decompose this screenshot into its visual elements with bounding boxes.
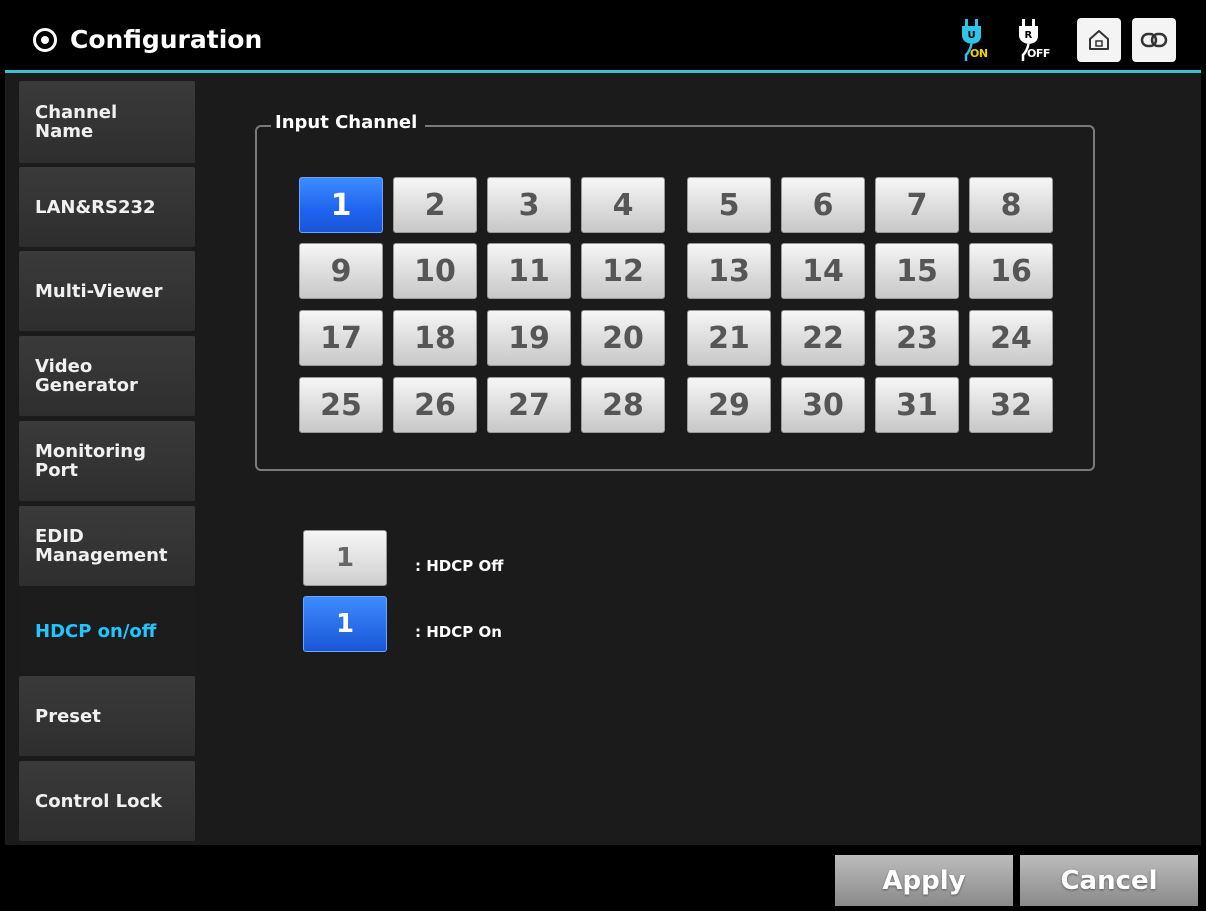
channel-button-10[interactable]: 10 <box>393 243 477 299</box>
sidebar-item-video-generator[interactable]: Video Generator <box>19 336 195 416</box>
channel-button-20[interactable]: 20 <box>581 310 665 366</box>
cancel-button[interactable]: Cancel <box>1020 855 1198 906</box>
channel-button-32[interactable]: 32 <box>969 377 1053 433</box>
sidebar-item-label: Channel <box>35 102 118 123</box>
power-off-badge: R <box>1025 30 1033 41</box>
page-title-text: Configuration <box>70 25 263 54</box>
channel-button-31[interactable]: 31 <box>875 377 959 433</box>
hdcp-on-label: : HDCP On <box>415 623 502 641</box>
sidebar-item-label: LAN&RS232 <box>35 196 156 218</box>
sidebar-item-label: Control Lock <box>35 790 163 812</box>
sidebar-item-label: Multi-Viewer <box>35 280 163 302</box>
channel-button-28[interactable]: 28 <box>581 377 665 433</box>
sidebar-item-label: Video <box>35 356 93 377</box>
channel-button-24[interactable]: 24 <box>969 310 1053 366</box>
channel-button-6[interactable]: 6 <box>781 177 865 233</box>
sidebar-item-monitoring-port[interactable]: Monitoring Port <box>19 421 195 501</box>
channel-button-13[interactable]: 13 <box>687 243 771 299</box>
channel-button-2[interactable]: 2 <box>393 177 477 233</box>
home-icon <box>1089 30 1109 50</box>
channel-button-22[interactable]: 22 <box>781 310 865 366</box>
link-button[interactable] <box>1132 18 1176 62</box>
channel-button-19[interactable]: 19 <box>487 310 571 366</box>
sidebar-item-label: EDID <box>35 526 84 547</box>
sidebar-item-multi-viewer[interactable]: Multi-Viewer <box>19 251 195 331</box>
power-off-indicator[interactable]: R OFF <box>1017 17 1051 63</box>
app-screen: Configuration U ON R OFF Channel Name LA… <box>5 5 1201 906</box>
home-button[interactable] <box>1077 18 1121 62</box>
channel-button-23[interactable]: 23 <box>875 310 959 366</box>
input-channel-panel: Input Channel 1 2 3 4 5 6 7 8 9 10 11 12 13 14 15 16 17 1… <box>255 112 1095 471</box>
channel-button-21[interactable]: 21 <box>687 310 771 366</box>
sidebar-item-label-line2: Name <box>35 121 94 142</box>
sidebar-item-label: Preset <box>35 705 101 727</box>
channel-button-26[interactable]: 26 <box>393 377 477 433</box>
channel-button-30[interactable]: 30 <box>781 377 865 433</box>
sidebar-item-label: HDCP on/off <box>35 620 157 642</box>
channel-button-7[interactable]: 7 <box>875 177 959 233</box>
channel-button-4[interactable]: 4 <box>581 177 665 233</box>
channel-button-3[interactable]: 3 <box>487 177 571 233</box>
channel-button-29[interactable]: 29 <box>687 377 771 433</box>
power-on-badge: U <box>968 30 976 41</box>
sidebar-item-channel-name[interactable]: Channel Name <box>19 81 195 163</box>
power-on-label: ON <box>970 47 988 60</box>
sidebar-item-control-lock[interactable]: Control Lock <box>19 761 195 841</box>
channel-button-1[interactable]: 1 <box>299 177 383 233</box>
channel-button-8[interactable]: 8 <box>969 177 1053 233</box>
sidebar-item-label-line2: Generator <box>35 375 138 396</box>
channel-button-5[interactable]: 5 <box>687 177 771 233</box>
header-bar: Configuration U ON R OFF <box>5 5 1201 73</box>
channel-button-18[interactable]: 18 <box>393 310 477 366</box>
sidebar-item-label: Monitoring <box>35 441 146 462</box>
sidebar-item-lan-rs232[interactable]: LAN&RS232 <box>19 167 195 247</box>
settings-icon <box>33 28 57 52</box>
power-on-indicator[interactable]: U ON <box>960 17 994 63</box>
sidebar-item-edid-management[interactable]: EDID Management <box>19 506 195 586</box>
sidebar-item-label-line2: Management <box>35 545 168 566</box>
input-channel-title: Input Channel <box>271 112 426 133</box>
channel-button-17[interactable]: 17 <box>299 310 383 366</box>
apply-button[interactable]: Apply <box>835 855 1013 906</box>
channel-button-25[interactable]: 25 <box>299 377 383 433</box>
sidebar-item-label-line2: Port <box>35 460 79 481</box>
hdcp-off-label: : HDCP Off <box>415 557 504 575</box>
channel-button-12[interactable]: 12 <box>581 243 665 299</box>
footer-bar: Apply Cancel <box>5 845 1201 906</box>
page-title: Configuration <box>32 23 262 57</box>
hdcp-on-sample: 1 <box>303 596 387 652</box>
sidebar-item-preset[interactable]: Preset <box>19 676 195 756</box>
channel-button-15[interactable]: 15 <box>875 243 959 299</box>
sidebar-item-hdcp-onoff[interactable]: HDCP on/off <box>19 591 195 671</box>
link-icon <box>1140 32 1168 48</box>
channel-button-11[interactable]: 11 <box>487 243 571 299</box>
channel-button-16[interactable]: 16 <box>969 243 1053 299</box>
channel-button-9[interactable]: 9 <box>299 243 383 299</box>
channel-button-14[interactable]: 14 <box>781 243 865 299</box>
channel-button-27[interactable]: 27 <box>487 377 571 433</box>
hdcp-off-sample: 1 <box>303 530 387 586</box>
power-off-label: OFF <box>1027 47 1050 60</box>
